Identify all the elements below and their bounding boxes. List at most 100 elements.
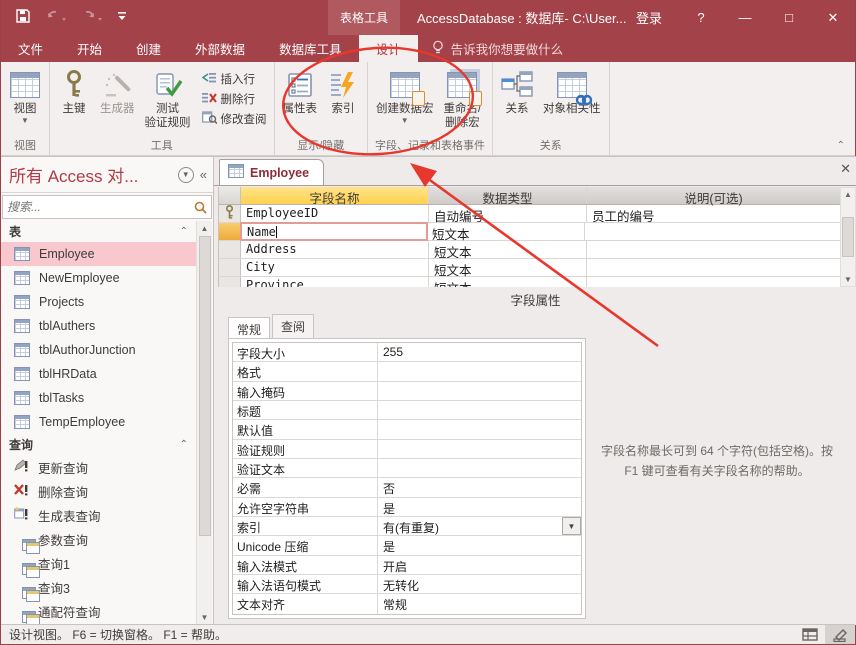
property-row[interactable]: 格式 xyxy=(233,362,581,381)
data-type-cell[interactable]: 短文本 xyxy=(429,241,587,258)
nav-item-query[interactable]: 通配符查询 xyxy=(1,599,196,623)
property-row[interactable]: 验证文本 xyxy=(233,459,581,478)
datasheet-view-button[interactable] xyxy=(795,625,825,644)
property-row[interactable]: 验证规则 xyxy=(233,440,581,459)
property-row[interactable]: 输入掩码 xyxy=(233,382,581,401)
undo-icon[interactable] xyxy=(45,9,67,26)
property-row[interactable]: 必需否 xyxy=(233,478,581,497)
data-type-cell[interactable]: 自动编号 xyxy=(429,205,587,222)
document-tab-employee[interactable]: Employee xyxy=(219,159,324,185)
grid-corner-selector[interactable] xyxy=(219,187,241,204)
shutter-bar-close-icon[interactable]: « xyxy=(200,167,207,182)
nav-item-table[interactable]: tblHRData xyxy=(1,362,196,386)
property-row[interactable]: 允许空字符串是 xyxy=(233,498,581,517)
scroll-down-icon[interactable]: ▼ xyxy=(201,610,209,624)
insert-rows-button[interactable]: 插入行 xyxy=(202,70,267,88)
sign-in-button[interactable]: 登录 xyxy=(619,0,679,35)
property-row[interactable]: 默认值 xyxy=(233,420,581,439)
scroll-thumb[interactable] xyxy=(842,217,854,257)
relationships-button[interactable]: 关系 xyxy=(496,64,538,116)
field-name-cell[interactable]: Address xyxy=(241,241,429,258)
nav-group-queries[interactable]: 查询 ⌃ xyxy=(1,434,196,455)
help-button[interactable]: ? xyxy=(679,0,723,35)
data-type-cell[interactable]: 短文本 xyxy=(429,259,587,276)
search-icon[interactable] xyxy=(190,201,211,214)
row-selector[interactable] xyxy=(219,277,241,287)
property-row[interactable]: Unicode 压缩是 xyxy=(233,536,581,555)
property-row[interactable]: 字段大小255 xyxy=(233,343,581,362)
property-row[interactable]: 输入法模式开启 xyxy=(233,556,581,575)
nav-menu-dropdown-icon[interactable]: ▼ xyxy=(178,167,194,183)
row-selector[interactable] xyxy=(219,241,241,258)
nav-item-table[interactable]: tblAuthorJunction xyxy=(1,338,196,362)
nav-item-query[interactable]: 查询1 xyxy=(1,551,196,575)
nav-item-table[interactable]: tblAuthers xyxy=(1,314,196,338)
tab-file[interactable]: 文件 xyxy=(1,35,60,62)
tab-external-data[interactable]: 外部数据 xyxy=(178,35,262,62)
indexed-dropdown-icon[interactable]: ▼ xyxy=(562,517,581,535)
scroll-up-icon[interactable]: ▲ xyxy=(201,221,209,235)
current-row-selector[interactable] xyxy=(219,223,241,240)
property-row[interactable]: 输入法语句模式无转化 xyxy=(233,575,581,594)
description-cell[interactable] xyxy=(587,259,840,276)
tab-lookup[interactable]: 查阅 xyxy=(272,314,314,338)
tab-database-tools[interactable]: 数据库工具 xyxy=(262,35,359,62)
contextual-tab-table-tools[interactable]: 表格工具 xyxy=(328,0,400,35)
data-type-cell[interactable]: 短文本 xyxy=(429,277,587,287)
description-cell[interactable] xyxy=(585,223,840,240)
field-name-cell[interactable]: EmployeeID xyxy=(241,205,429,222)
property-row[interactable]: 文本对齐常规 xyxy=(233,594,581,613)
tab-design[interactable]: 设计 xyxy=(359,35,418,62)
nav-item-query[interactable]: 生成表查询 xyxy=(1,503,196,527)
save-icon[interactable] xyxy=(15,8,31,27)
minimize-button[interactable]: — xyxy=(723,0,767,35)
nav-item-query[interactable]: 参数查询 xyxy=(1,527,196,551)
nav-pane-header[interactable]: 所有 Access 对... ▼ « xyxy=(1,157,213,193)
collapse-ribbon-icon[interactable]: ⌃ xyxy=(837,140,845,151)
maximize-button[interactable]: □ xyxy=(767,0,811,35)
field-row-current[interactable]: Name 短文本 xyxy=(219,223,840,241)
data-type-header[interactable]: 数据类型 xyxy=(429,187,587,204)
scroll-thumb[interactable] xyxy=(199,236,211,536)
tab-home[interactable]: 开始 xyxy=(60,35,119,62)
field-row[interactable]: City 短文本 xyxy=(219,259,840,277)
builder-button[interactable]: 生成器 xyxy=(95,64,140,116)
nav-item-table[interactable]: Projects xyxy=(1,290,196,314)
tab-general[interactable]: 常规 xyxy=(228,317,270,338)
field-row[interactable]: Province 短文本 xyxy=(219,277,840,287)
nav-scrollbar[interactable]: ▲ ▼ xyxy=(196,221,212,624)
field-name-cell-editing[interactable]: Name xyxy=(240,222,428,241)
nav-item-table[interactable]: tblTasks xyxy=(1,386,196,410)
nav-item-query[interactable]: 删除查询 xyxy=(1,479,196,503)
grid-scrollbar[interactable]: ▲ ▼ xyxy=(840,187,856,287)
object-dependencies-button[interactable]: 对象相关性 xyxy=(538,64,606,116)
field-name-cell[interactable]: City xyxy=(241,259,429,276)
description-cell[interactable] xyxy=(587,241,840,258)
row-selector[interactable] xyxy=(219,205,241,222)
nav-item-query[interactable]: 更新查询 xyxy=(1,455,196,479)
collapse-group-icon[interactable]: ⌃ xyxy=(180,226,188,237)
indexes-button[interactable]: 索引 xyxy=(322,64,364,116)
nav-search-box[interactable] xyxy=(2,195,212,219)
redo-icon[interactable] xyxy=(81,9,103,26)
nav-item-query[interactable]: 查询3 xyxy=(1,575,196,599)
row-selector[interactable] xyxy=(219,259,241,276)
search-input[interactable] xyxy=(3,200,190,214)
nav-group-tables[interactable]: 表 ⌃ xyxy=(1,221,196,242)
create-data-macros-button[interactable]: 创建数据宏 ▼ xyxy=(371,64,439,125)
rename-delete-macro-button[interactable]: 重命名/ 删除宏 xyxy=(439,64,487,130)
delete-rows-button[interactable]: 删除行 xyxy=(202,90,267,108)
tab-create[interactable]: 创建 xyxy=(119,35,178,62)
field-name-cell[interactable]: Province xyxy=(241,277,429,287)
customize-quick-access-icon[interactable] xyxy=(117,10,127,25)
property-row-indexed[interactable]: 索引有(有重复)▼ xyxy=(233,517,581,536)
close-document-icon[interactable]: ✕ xyxy=(840,161,851,177)
scroll-up-icon[interactable]: ▲ xyxy=(844,188,852,201)
description-cell[interactable]: 员工的编号 xyxy=(587,205,840,222)
data-type-cell[interactable]: 短文本 xyxy=(427,223,585,240)
field-name-header[interactable]: 字段名称 xyxy=(241,187,429,204)
scroll-down-icon[interactable]: ▼ xyxy=(844,273,852,286)
test-validation-rules-button[interactable]: 测试 验证规则 xyxy=(140,64,196,130)
close-button[interactable]: ✕ xyxy=(811,0,855,35)
nav-item-table[interactable]: TempEmployee xyxy=(1,410,196,434)
